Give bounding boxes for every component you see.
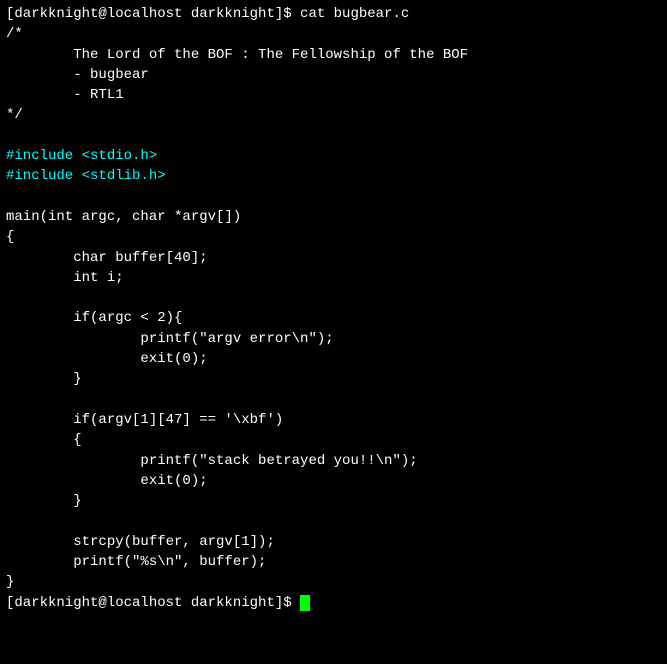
terminal-window: [darkknight@localhost darkknight]$ cat b… bbox=[0, 0, 667, 664]
comment-close-line: */ bbox=[6, 105, 661, 125]
brace-open-line: { bbox=[6, 227, 661, 247]
int-i-line: int i; bbox=[6, 268, 661, 288]
comment-title-line: The Lord of the BOF : The Fellowship of … bbox=[6, 45, 661, 65]
brace-mid2-line: { bbox=[6, 430, 661, 450]
comment-rtl1-line: - RTL1 bbox=[6, 85, 661, 105]
printf-argv-line: printf("argv error\n"); bbox=[6, 329, 661, 349]
if-argc-line: if(argc < 2){ bbox=[6, 308, 661, 328]
blank1 bbox=[6, 126, 661, 146]
printf-s-line: printf("%s\n", buffer); bbox=[6, 552, 661, 572]
brace-mid3-line: } bbox=[6, 491, 661, 511]
blank5 bbox=[6, 511, 661, 531]
if-argv47-line: if(argv[1][47] == '\xbf') bbox=[6, 410, 661, 430]
comment-bugbear-line: - bugbear bbox=[6, 65, 661, 85]
prompt-top-line: [darkknight@localhost darkknight]$ cat b… bbox=[6, 4, 661, 24]
exit0-2-line: exit(0); bbox=[6, 471, 661, 491]
char-buf-line: char buffer[40]; bbox=[6, 248, 661, 268]
include2-line: #include <stdlib.h> bbox=[6, 166, 661, 186]
brace-close-line: } bbox=[6, 572, 661, 592]
strcpy-line: strcpy(buffer, argv[1]); bbox=[6, 532, 661, 552]
exit0-1-line: exit(0); bbox=[6, 349, 661, 369]
blank4 bbox=[6, 390, 661, 410]
prompt-bottom-line: [darkknight@localhost darkknight]$ bbox=[6, 593, 661, 613]
comment-open-line: /* bbox=[6, 24, 661, 44]
blank3 bbox=[6, 288, 661, 308]
printf-stack-line: printf("stack betrayed you!!\n"); bbox=[6, 451, 661, 471]
brace-mid1-line: } bbox=[6, 369, 661, 389]
main-sig-line: main(int argc, char *argv[]) bbox=[6, 207, 661, 227]
terminal-cursor bbox=[300, 595, 310, 611]
include1-line: #include <stdio.h> bbox=[6, 146, 661, 166]
blank2 bbox=[6, 187, 661, 207]
